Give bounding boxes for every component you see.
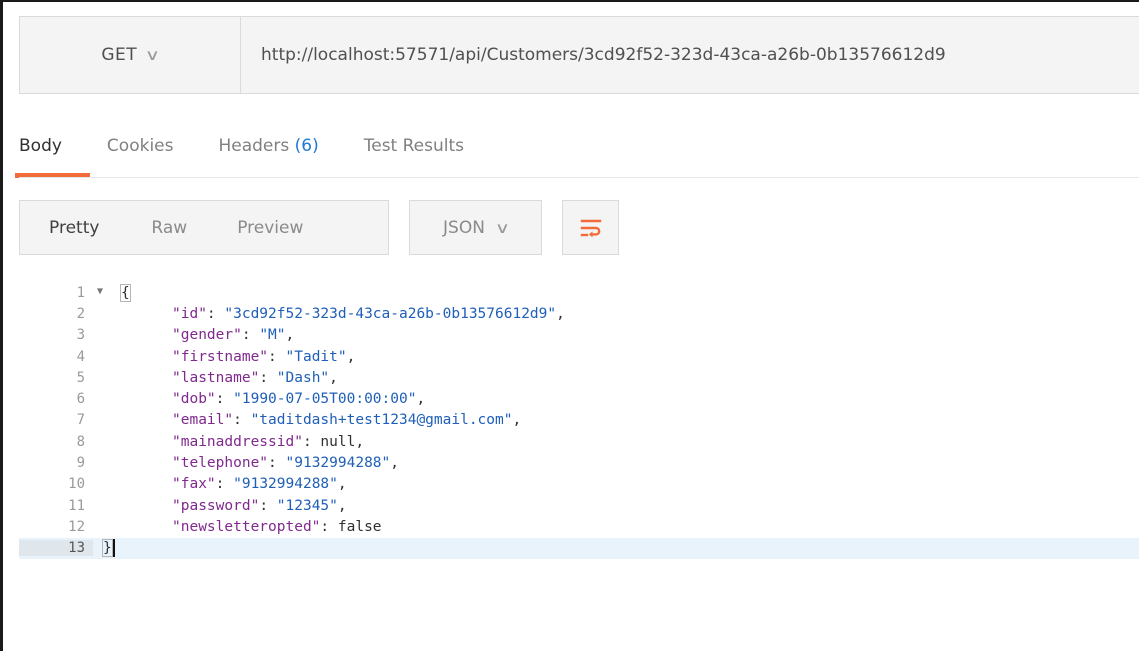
code-line: 3 "gender": "M", (19, 325, 1139, 346)
line-number: 1 ▼ (76, 284, 103, 301)
request-bar: GET ∨ http://localhost:57571/api/Custome… (19, 16, 1139, 94)
json-key: "lastname" (172, 369, 260, 386)
tab-headers[interactable]: Headers (6) (218, 130, 318, 178)
json-value: "12345" (276, 497, 338, 514)
line-number: 3 (76, 327, 85, 344)
json-key: "dob" (172, 391, 216, 408)
chevron-down-icon: ∨ (494, 218, 511, 237)
method-select[interactable]: GET ∨ (19, 16, 240, 94)
json-value: "M" (259, 327, 286, 344)
open-brace: { (120, 283, 131, 302)
json-value: null (320, 433, 356, 450)
json-value: "Tadit" (285, 348, 347, 365)
tabs-divider (19, 177, 1139, 178)
format-label: JSON (443, 217, 485, 238)
tab-cookies[interactable]: Cookies (107, 130, 174, 178)
headers-count-badge: (6) (294, 136, 319, 156)
tab-label: Body (19, 136, 62, 156)
view-pretty-button[interactable]: Pretty (49, 218, 99, 238)
response-body-editor[interactable]: 1 ▼ { 2 "id": "3cd92f52-323d-43ca-a26b-0b… (19, 282, 1139, 627)
response-tabs: Body Cookies Headers (6) Test Results (15, 130, 509, 178)
json-key: "fax" (172, 476, 216, 493)
view-preview-button[interactable]: Preview (237, 218, 303, 238)
json-value: "1990-07-05T00:00:00" (233, 391, 417, 408)
tab-label: Cookies (106, 136, 174, 156)
code-line: 9 "telephone": "9132994288", (19, 452, 1139, 473)
url-text: http://localhost:57571/api/Customers/3cd… (261, 45, 946, 65)
line-number: 7 (76, 412, 85, 429)
json-key: "newsletteropted" (172, 518, 321, 535)
fold-arrow-icon[interactable]: ▼ (97, 286, 103, 297)
code-line: 11 "password": "12345", (19, 495, 1139, 516)
code-line-current: 13 } (19, 537, 1139, 559)
code-line: 1 ▼ { (19, 282, 1139, 303)
tab-body[interactable]: Body (15, 130, 90, 178)
close-brace: } (102, 539, 113, 558)
chevron-down-icon: ∨ (144, 46, 161, 64)
line-number: 4 (76, 348, 85, 365)
line-number: 12 (68, 518, 85, 535)
format-select[interactable]: JSON ∨ (409, 200, 542, 255)
line-number: 13 (19, 540, 93, 557)
code-line: 10 "fax": "9132994288", (19, 474, 1139, 495)
tab-test-results[interactable]: Test Results (364, 130, 464, 178)
code-line: 4 "firstname": "Tadit", (19, 346, 1139, 367)
line-number: 6 (76, 391, 85, 408)
json-key: "gender" (172, 327, 242, 344)
view-mode-group: Pretty Raw Preview (19, 200, 389, 255)
url-input[interactable]: http://localhost:57571/api/Customers/3cd… (240, 16, 1139, 94)
code-line: 8 "mainaddressid": null, (19, 431, 1139, 452)
tab-label: Headers (218, 136, 290, 156)
json-key: "email" (172, 412, 234, 429)
line-number: 8 (76, 433, 85, 450)
tab-label: Test Results (363, 136, 465, 156)
json-key: "mainaddressid" (172, 433, 303, 450)
code-line: 5 "lastname": "Dash", (19, 367, 1139, 388)
wrap-lines-icon (580, 219, 601, 237)
code-line: 12 "newsletteropted": false (19, 516, 1139, 537)
wrap-lines-button[interactable] (562, 200, 619, 255)
json-key: "id" (172, 305, 207, 322)
text-cursor (112, 539, 115, 558)
line-number: 9 (76, 455, 85, 472)
code-line: 7 "email": "taditdash+test1234@gmail.com… (19, 410, 1139, 431)
line-number: 11 (68, 497, 85, 514)
json-value: "9132994288" (285, 455, 391, 472)
json-key: "password" (172, 497, 260, 514)
app-frame: GET ∨ http://localhost:57571/api/Custome… (0, 0, 1139, 651)
json-value: "Dash" (276, 369, 330, 386)
code-line: 6 "dob": "1990-07-05T00:00:00", (19, 389, 1139, 410)
json-value: "9132994288" (233, 476, 338, 493)
line-number: 10 (68, 476, 85, 493)
method-label: GET (101, 45, 138, 65)
json-value: "3cd92f52-323d-43ca-a26b-0b13576612d9" (224, 305, 557, 322)
json-key: "telephone" (172, 455, 269, 472)
json-value: "taditdash+test1234@gmail.com" (250, 412, 513, 429)
json-value: false (337, 518, 382, 535)
view-raw-button[interactable]: Raw (151, 218, 187, 238)
code-line: 2 "id": "3cd92f52-323d-43ca-a26b-0b13576… (19, 303, 1139, 324)
line-number: 2 (76, 305, 85, 322)
line-number: 5 (76, 369, 85, 386)
json-key: "firstname" (172, 348, 269, 365)
